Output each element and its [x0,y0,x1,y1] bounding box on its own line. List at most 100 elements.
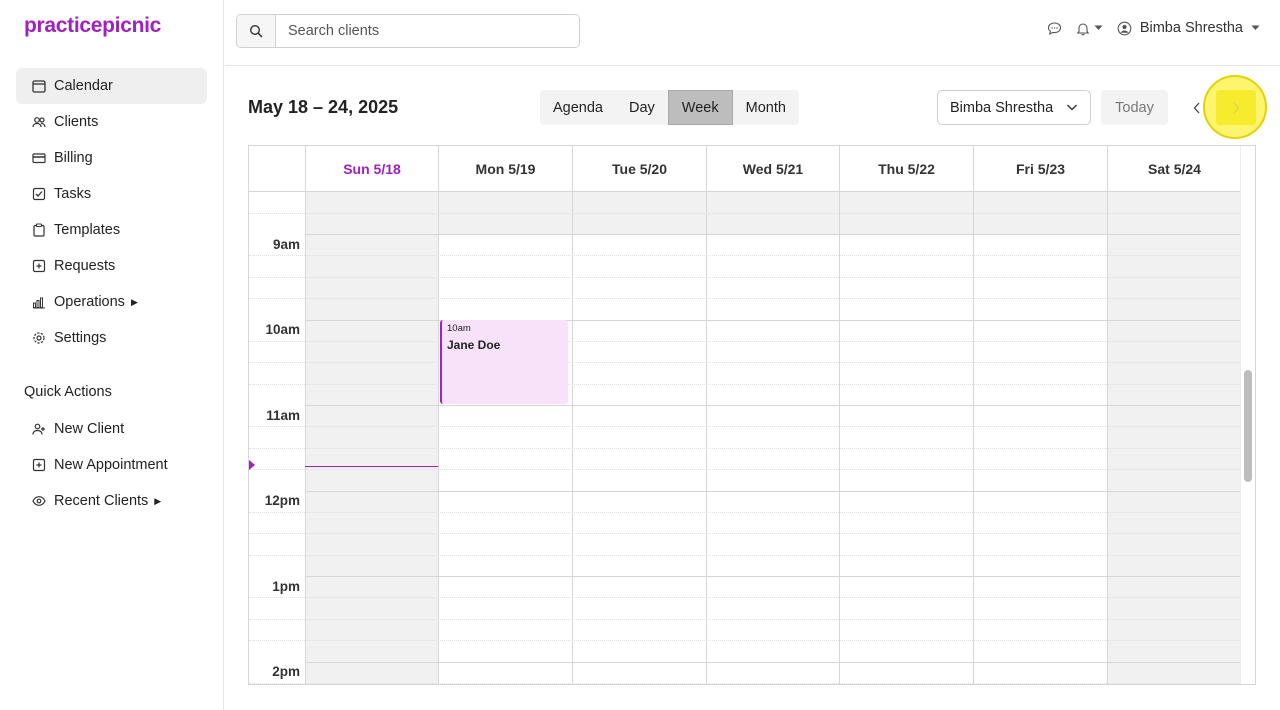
sidebar-nav: Calendar Clients Billing Tasks Templates [16,68,207,356]
sidebar-item-calendar[interactable]: Calendar [16,68,207,104]
sidebar-item-tasks[interactable]: Tasks [16,176,207,212]
calendar-scrollbar[interactable] [1240,146,1255,684]
next-week-button[interactable] [1216,90,1256,125]
caret-down-icon [1094,25,1103,30]
sidebar: practicepicnic Calendar Clients Billing … [0,0,224,710]
gutter-line [249,619,305,620]
day-header-tue[interactable]: Tue 5/20 [572,146,706,192]
previous-week-button[interactable] [1178,90,1216,125]
day-header-wed[interactable]: Wed 5/21 [706,146,839,192]
view-day-button[interactable]: Day [616,90,668,125]
time-label-11am: 11am [266,408,300,423]
time-label-12pm: 12pm [264,493,300,508]
time-label-10am: 10am [265,322,300,337]
hour-line [305,662,1241,663]
hour-line [305,234,1241,235]
gutter-line [249,683,305,684]
app-logo[interactable]: practicepicnic [24,14,161,38]
sidebar-item-label: Calendar [54,78,113,94]
search-button[interactable] [237,15,276,47]
view-agenda-button[interactable]: Agenda [540,90,616,125]
hour-line [305,405,1241,406]
sidebar-item-requests[interactable]: Requests [16,248,207,284]
notifications-button[interactable] [1076,21,1103,36]
event-title: Jane Doe [447,338,501,352]
user-menu[interactable]: Bimba Shrestha [1117,20,1260,36]
checkbox-icon [32,187,46,201]
sidebar-item-settings[interactable]: Settings [16,320,207,356]
search-box [236,14,580,48]
add-user-icon [32,422,46,436]
gutter-line [249,469,305,470]
gutter-line [249,640,305,641]
sidebar-item-templates[interactable]: Templates [16,212,207,248]
gutter-line [249,597,305,598]
today-button[interactable]: Today [1101,90,1168,125]
caret-down-icon [1251,25,1260,30]
quick-action-label: New Appointment [54,457,168,473]
quarter-hour-line [305,640,1241,641]
day-column-thu[interactable] [839,192,973,684]
day-column-sat[interactable] [1107,192,1241,684]
day-header-thu[interactable]: Thu 5/22 [839,146,973,192]
user-name: Bimba Shrestha [1139,20,1243,36]
quick-action-label: New Client [54,421,125,437]
sidebar-item-billing[interactable]: Billing [16,140,207,176]
day-column-mon[interactable] [438,192,572,684]
time-label-9am: 9am [272,237,300,252]
clipboard-icon [32,223,46,237]
time-label-2pm: 2pm [272,664,300,679]
sidebar-item-label: Billing [54,150,93,166]
sidebar-item-label: Requests [54,258,116,274]
scrollbar-thumb[interactable] [1244,370,1252,482]
gutter-line [249,448,305,449]
sidebar-item-label: Settings [54,330,107,346]
current-time-marker [249,460,255,470]
day-header-sat[interactable]: Sat 5/24 [1107,146,1241,192]
appointment-event[interactable]: 10am Jane Doe [440,320,568,404]
search-input[interactable] [276,15,579,47]
staff-select-value: Bimba Shrestha [950,99,1054,116]
view-month-button[interactable]: Month [733,90,799,125]
quarter-hour-line [305,426,1241,427]
staff-select[interactable]: Bimba Shrestha [937,90,1091,125]
sidebar-item-clients[interactable]: Clients [16,104,207,140]
sidebar-item-label: Tasks [54,186,92,202]
day-column-wed[interactable] [706,192,839,684]
quick-actions-heading: Quick Actions [24,384,112,400]
credit-card-icon [32,151,46,165]
gutter-line [249,533,305,534]
quick-actions: New Client New Appointment Recent Client… [16,411,207,519]
quarter-hour-line [305,298,1241,299]
day-column-fri[interactable] [973,192,1107,684]
chat-bubble-icon [1047,21,1061,35]
current-time-line [305,466,438,467]
hour-line [305,576,1241,577]
day-header-mon[interactable]: Mon 5/19 [438,146,572,192]
plus-square-icon [32,458,46,472]
quick-action-new-appointment[interactable]: New Appointment [16,447,207,483]
quarter-hour-line [305,448,1241,449]
messages-button[interactable] [1047,21,1062,36]
gear-icon [32,331,46,345]
gutter-line [249,277,305,278]
view-week-button[interactable]: Week [667,90,733,125]
quick-action-new-client[interactable]: New Client [16,411,207,447]
hour-line [305,491,1241,492]
gutter-line [249,426,305,427]
chevron-down-icon [1067,104,1077,111]
user-avatar-icon [1117,21,1132,35]
users-icon [32,115,46,129]
calendar-header: Sun 5/18 Mon 5/19 Tue 5/20 Wed 5/21 Thu … [249,146,1241,192]
gutter-line [249,213,305,214]
day-column-tue[interactable] [572,192,706,684]
event-time: 10am [447,323,471,334]
day-header-fri[interactable]: Fri 5/23 [973,146,1107,192]
sidebar-item-operations[interactable]: Operations ▶ [16,284,207,320]
quarter-hour-line [305,469,1241,470]
caret-right-icon: ▶ [130,296,138,307]
gutter-line [249,298,305,299]
day-header-sun[interactable]: Sun 5/18 [305,146,438,192]
day-column-sun[interactable] [305,192,438,684]
quick-action-recent-clients[interactable]: Recent Clients ▶ [16,483,207,519]
